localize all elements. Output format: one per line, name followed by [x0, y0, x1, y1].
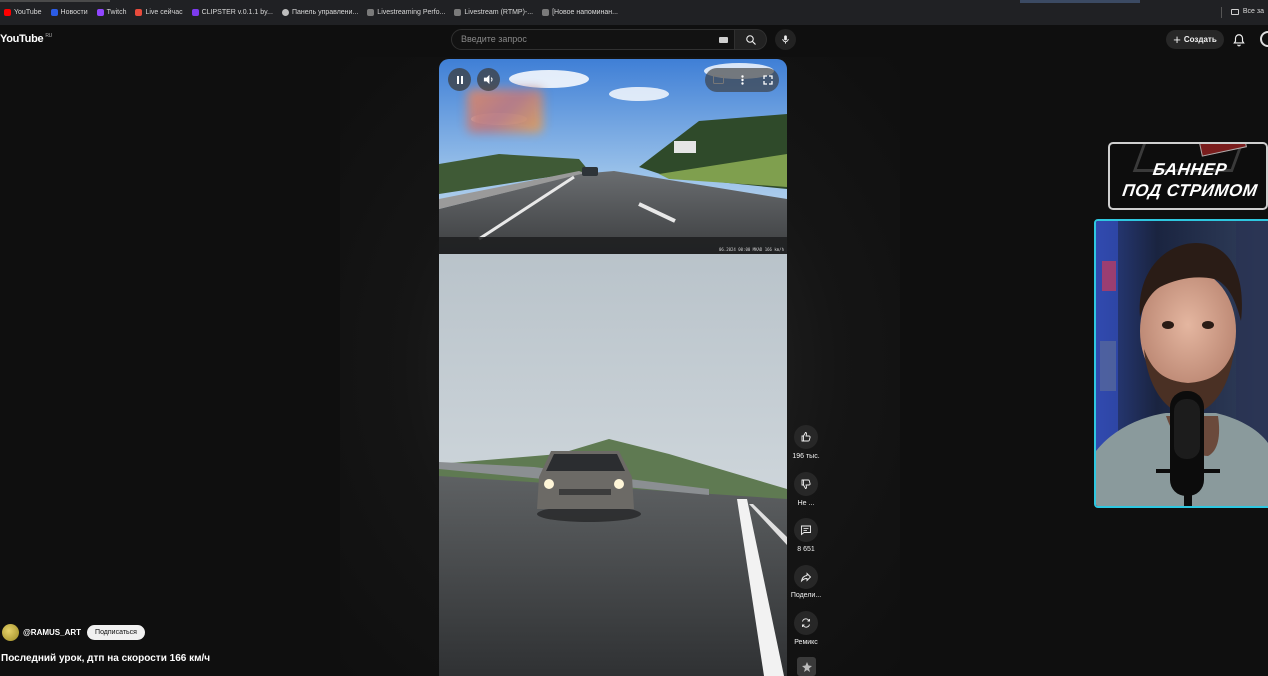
- youtube-logo[interactable]: YouTube RU: [0, 33, 52, 45]
- create-button[interactable]: + Создать: [1166, 30, 1224, 49]
- bookmark-control-panel[interactable]: Панель управлени...: [281, 9, 358, 16]
- keyboard-icon[interactable]: [719, 37, 728, 43]
- remix-icon: [802, 618, 810, 628]
- search-input[interactable]: Введите запрос: [451, 29, 735, 50]
- bookmark-live[interactable]: Live сейчас: [135, 9, 183, 16]
- banner-line-2: ПОД СТРИМОМ: [1121, 181, 1259, 200]
- microphone-icon: [782, 35, 789, 44]
- banner-line-1: БАННЕР: [1151, 160, 1229, 179]
- video-frame: 06.2024 00:00 MKAD 166 km/h: [439, 59, 787, 676]
- volume-icon: [483, 74, 493, 85]
- account-avatar[interactable]: [1260, 31, 1268, 47]
- player-controls-group: [705, 68, 779, 92]
- bookmark-news[interactable]: Новости: [50, 9, 88, 16]
- comment-icon: [801, 525, 811, 536]
- comments-count: 8 651: [797, 546, 815, 553]
- search-button[interactable]: [735, 29, 767, 50]
- share-button[interactable]: [794, 565, 818, 589]
- arrows-favicon-icon: [454, 9, 462, 16]
- blurred-watermark: [467, 89, 543, 133]
- captions-icon[interactable]: [713, 75, 724, 84]
- bookmark-youtube[interactable]: YouTube: [4, 9, 42, 16]
- more-options-icon[interactable]: [741, 75, 744, 85]
- voice-search-button[interactable]: [775, 29, 796, 50]
- share-icon: [800, 572, 812, 583]
- pause-icon: [456, 75, 463, 84]
- arrows-favicon-icon: [367, 9, 375, 16]
- twitch-favicon-icon: [96, 9, 104, 16]
- search-icon: [745, 34, 756, 45]
- tab-strip-edge: [0, 0, 110, 2]
- dislike-button[interactable]: [794, 472, 818, 496]
- bookmarks-divider: [1221, 7, 1222, 18]
- video-title[interactable]: Последний урок, дтп на скорости 166 км/ч: [1, 653, 210, 664]
- thumbs-up-icon: [801, 432, 811, 442]
- plus-icon: +: [1173, 32, 1181, 47]
- thumbs-down-icon: [801, 479, 811, 489]
- bookmark-livestreaming[interactable]: Livestreaming Perfo...: [367, 9, 445, 16]
- remix-label: Ремикс: [794, 639, 818, 646]
- region-label: RU: [45, 33, 52, 39]
- live-favicon-icon: [135, 9, 143, 16]
- dislike-label: Не ...: [797, 500, 815, 507]
- share-label: Подели...: [790, 592, 822, 599]
- youtube-favicon-icon: [4, 9, 11, 16]
- bookmark-reminder[interactable]: [Новое напоминан...: [542, 9, 618, 16]
- channel-info: @RAMUS_ART Подписаться: [2, 624, 145, 641]
- folder-icon: [1230, 8, 1239, 15]
- bookmark-rtmp[interactable]: Livestream (RTMP)-...: [454, 9, 533, 16]
- globe-favicon-icon: [281, 9, 289, 16]
- remix-button[interactable]: [794, 611, 818, 635]
- stream-banner: БАННЕР ПОД СТРИМОМ: [1108, 142, 1268, 210]
- bookmark-twitch[interactable]: Twitch: [96, 9, 126, 16]
- pause-button[interactable]: [448, 68, 471, 91]
- subscribe-button[interactable]: Подписаться: [87, 625, 145, 640]
- bookmarks-bar: YouTube Новости Twitch Live сейчас CLIPS…: [0, 0, 1268, 25]
- channel-handle[interactable]: @RAMUS_ART: [23, 628, 81, 637]
- comments-button[interactable]: [794, 518, 818, 542]
- fullscreen-icon[interactable]: [763, 75, 773, 85]
- news-favicon-icon: [50, 9, 58, 16]
- notifications-bell-icon[interactable]: [1232, 33, 1246, 47]
- shorts-video-player[interactable]: 06.2024 00:00 MKAD 166 km/h: [439, 59, 787, 676]
- webcam-overlay: [1094, 219, 1268, 508]
- active-tab-edge: [1020, 0, 1140, 3]
- like-count: 196 тыс.: [792, 453, 820, 460]
- streamer-webcam: [1096, 221, 1268, 506]
- bookmark-clipster[interactable]: CLIPSTER v.0.1.1 by...: [191, 9, 273, 16]
- arrows-favicon-icon: [542, 9, 550, 16]
- dashcam-stamp: 06.2024 00:00 MKAD 166 km/h: [719, 247, 785, 252]
- all-bookmarks[interactable]: Все за: [1230, 8, 1264, 15]
- youtube-header: YouTube RU Введите запрос + Создать: [0, 25, 1268, 57]
- sound-thumbnail[interactable]: [797, 657, 816, 676]
- volume-button[interactable]: [477, 68, 500, 91]
- channel-avatar[interactable]: [2, 624, 19, 641]
- like-button[interactable]: [794, 425, 818, 449]
- clipster-favicon-icon: [191, 9, 199, 16]
- sound-thumbnail-icon: [801, 661, 812, 672]
